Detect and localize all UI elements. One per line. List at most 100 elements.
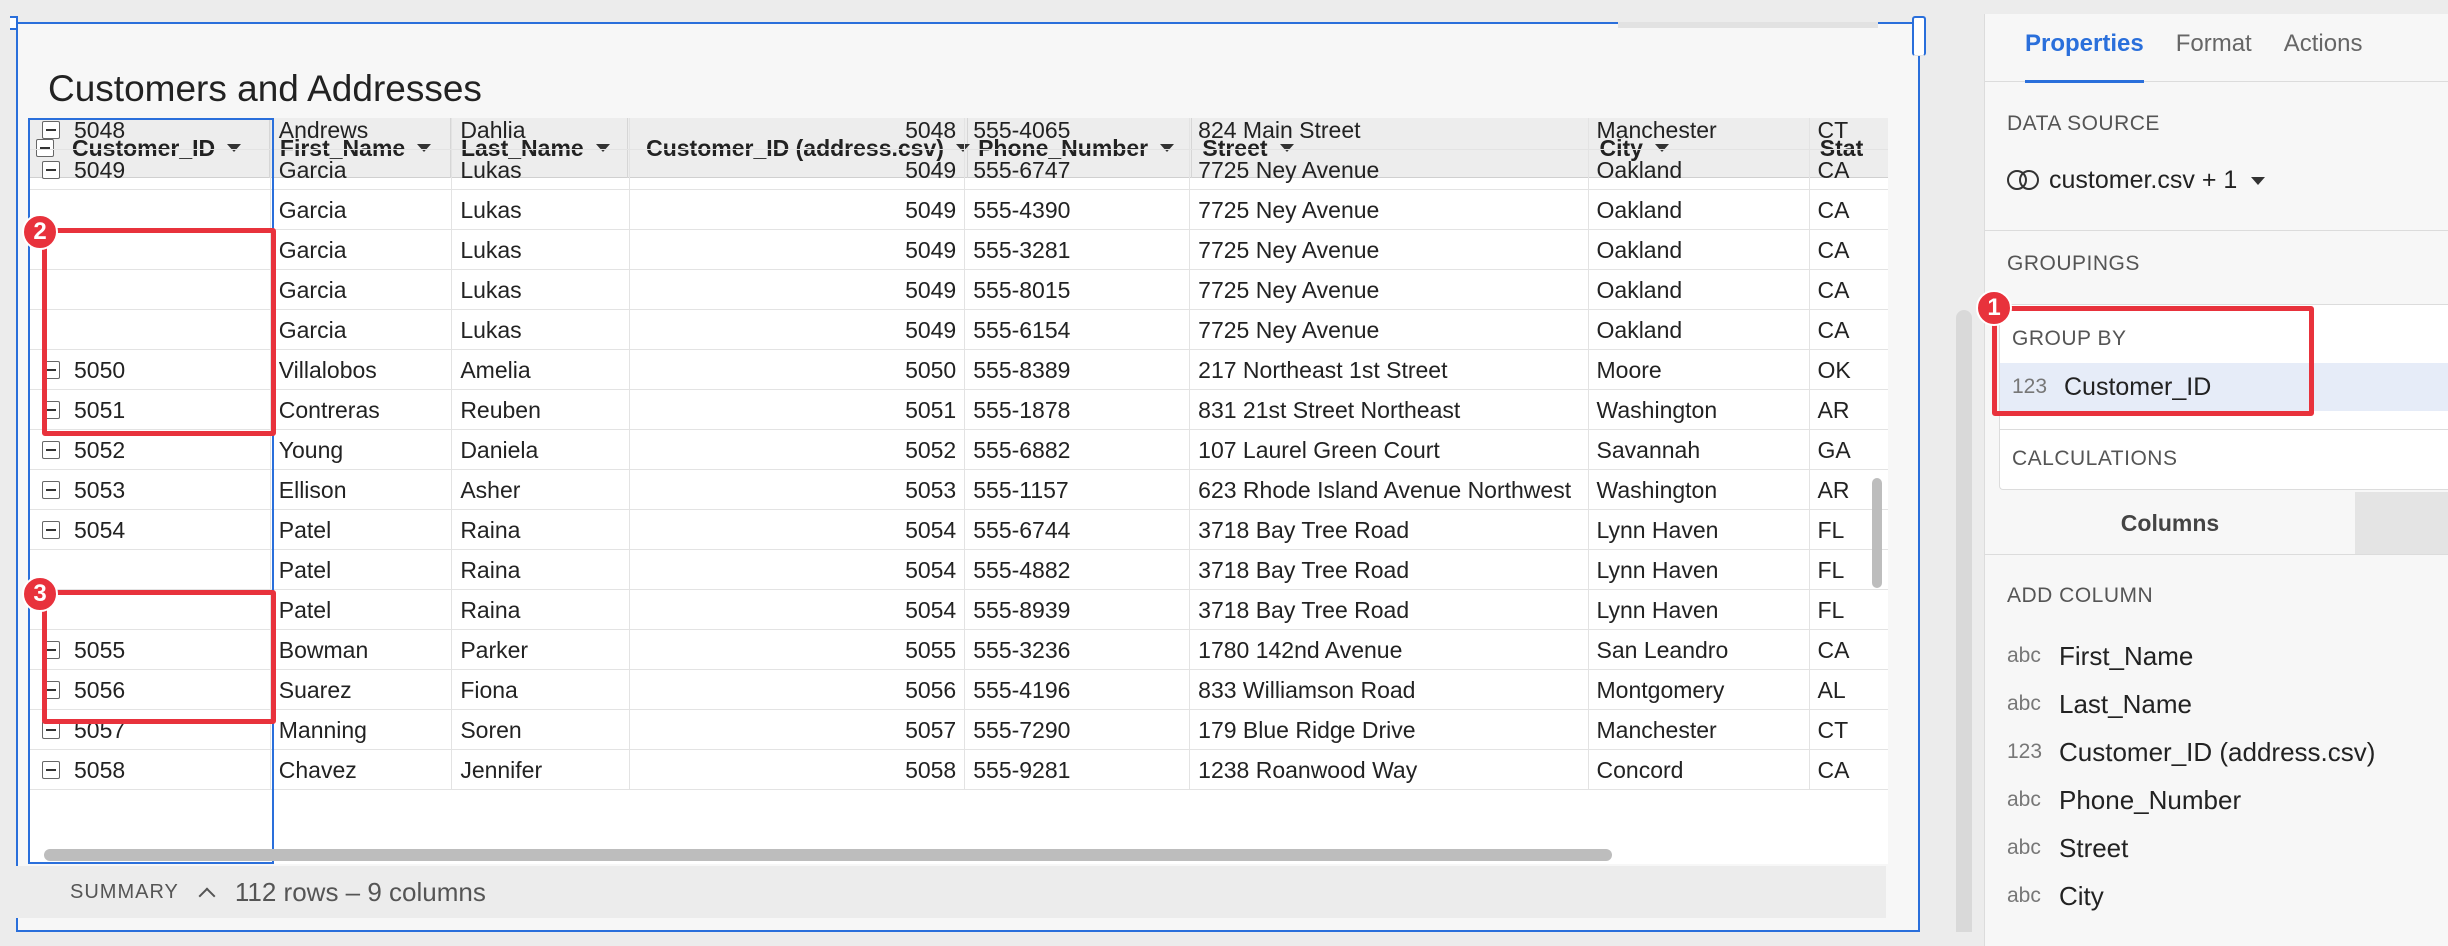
summary-bar[interactable]: SUMMARY 112 rows – 9 columns — [16, 866, 1886, 918]
collapse-group-icon[interactable] — [42, 361, 60, 379]
tab-properties[interactable]: Properties — [2025, 14, 2144, 83]
add-column-item[interactable]: abc Last_Name — [2007, 680, 2375, 728]
cell-text: 1780 142nd Avenue — [1198, 636, 1403, 663]
table-row[interactable]: 5052 Young Daniela 5052 555-6882 107 Laurel G… — [28, 430, 1888, 470]
add-column-item[interactable]: 123 Customer_ID (address.csv) — [2007, 728, 2375, 776]
table-row[interactable]: Garcia Lukas 5049 555-4390 7725 Ney Avenue Oa… — [28, 190, 1888, 230]
collapse-group-icon[interactable] — [42, 441, 60, 459]
collapse-group-icon[interactable] — [42, 761, 60, 779]
table-row[interactable]: 5056 Suarez Fiona 5056 555-4196 833 Williamso… — [28, 670, 1888, 710]
cell-last-name: Daniela — [452, 430, 630, 470]
cell-city: Savannah — [1589, 430, 1810, 470]
cell-text: 555-9281 — [973, 756, 1071, 783]
cell-text: 555-8389 — [973, 356, 1071, 383]
cell-state: CA — [1810, 270, 1889, 310]
collapse-group-icon[interactable] — [42, 521, 60, 539]
table-row[interactable]: 5054 Patel Raina 5054 555-6744 3718 Bay Tree … — [28, 510, 1888, 550]
cell-customer-id-address: 5054 — [630, 590, 966, 630]
cell-city: Lynn Haven — [1589, 510, 1810, 550]
page-title: Customers and Addresses — [48, 68, 482, 109]
horizontal-scrollbar[interactable] — [44, 849, 1612, 861]
cell-text: Oakland — [1596, 196, 1683, 223]
cell-text: Young — [278, 436, 344, 463]
data-source-selector[interactable]: customer.csv + 1 — [2007, 166, 2266, 195]
cell-state: CA — [1810, 310, 1889, 350]
cell-customer-id-address: 5051 — [630, 390, 966, 430]
cell-city: Montgomery — [1589, 670, 1810, 710]
group-by-field[interactable]: 123 Customer_ID — [2000, 363, 2448, 411]
tab-inactive[interactable] — [2355, 492, 2448, 554]
tab-format[interactable]: Format — [2176, 14, 2252, 82]
add-column-item[interactable]: abc City — [2007, 872, 2375, 920]
column-list: abc First_Name abc Last_Name 123 Customer_ID … — [2007, 632, 2375, 920]
cell-last-name: Lukas — [452, 190, 630, 230]
cell-phone-number: 555-4065 — [965, 118, 1191, 150]
chevron-down-icon[interactable] — [2251, 176, 2266, 185]
cell-last-name: Lukas — [452, 150, 630, 190]
resize-handle-top-left[interactable] — [10, 16, 18, 30]
tab-actions[interactable]: Actions — [2284, 14, 2363, 82]
add-column-item[interactable]: abc Phone_Number — [2007, 776, 2375, 824]
cell-state: CA — [1810, 230, 1889, 270]
tab-columns[interactable]: Columns — [1985, 492, 2355, 554]
table-row[interactable]: Patel Raina 5054 555-4882 3718 Bay Tree Road… — [28, 550, 1888, 590]
cell-customer-id-address: 5054 — [630, 510, 966, 550]
cell-text: Raina — [460, 516, 521, 543]
resize-handle-top-right[interactable] — [1912, 16, 1926, 56]
add-column-item[interactable]: abc Street — [2007, 824, 2375, 872]
cell-text: Raina — [460, 556, 521, 583]
table-row[interactable]: Garcia Lukas 5049 555-8015 7725 Ney Avenue Oa… — [28, 270, 1888, 310]
collapse-group-icon[interactable] — [42, 121, 60, 139]
table-row[interactable]: 5049 Garcia Lukas 5049 555-6747 7725 Ney Aven… — [28, 150, 1888, 190]
chevron-up-icon[interactable] — [198, 887, 216, 905]
cell-text: 5048 — [905, 118, 957, 143]
calculations-label[interactable]: CALCULATIONS — [2012, 447, 2177, 471]
page-scrollbar[interactable] — [1956, 310, 1972, 932]
table-row[interactable]: 5055 Bowman Parker 5055 555-3236 1780 142nd A… — [28, 630, 1888, 670]
cell-customer-id-address: 5052 — [630, 430, 966, 470]
table-row[interactable]: Patel Raina 5054 555-8939 3718 Bay Tree Road… — [28, 590, 1888, 630]
cell-text: Amelia — [460, 356, 531, 383]
cell-first-name: Villalobos — [271, 350, 453, 390]
cell-city: Washington — [1589, 470, 1810, 510]
cell-state: FL — [1810, 590, 1889, 630]
cell-phone-number: 555-6882 — [965, 430, 1191, 470]
cell-text: 5055 — [905, 636, 957, 663]
cell-first-name: Chavez — [271, 750, 453, 790]
table-row[interactable]: Garcia Lukas 5049 555-3281 7725 Ney Avenue Oa… — [28, 230, 1888, 270]
cell-text: 831 21st Street Northeast — [1198, 396, 1461, 423]
cell-customer-id-address: 5049 — [630, 270, 966, 310]
cell-text: 7725 Ney Avenue — [1198, 276, 1380, 303]
cell-phone-number: 555-8939 — [965, 590, 1191, 630]
cell-text: 179 Blue Ridge Drive — [1198, 716, 1416, 743]
table-row[interactable]: Garcia Lukas 5049 555-6154 7725 Ney Avenue Oa… — [28, 310, 1888, 350]
add-column-item[interactable]: abc First_Name — [2007, 632, 2375, 680]
cell-text: CA — [1817, 156, 1850, 183]
group-by-label: GROUP BY — [2012, 327, 2127, 350]
collapse-group-icon[interactable] — [42, 481, 60, 499]
table-row[interactable]: 5057 Manning Soren 5057 555-7290 179 Blue Rid… — [28, 710, 1888, 750]
collapse-group-icon[interactable] — [42, 161, 60, 179]
cell-text: Chavez — [278, 756, 357, 783]
cell-state: AR — [1810, 390, 1889, 430]
cell-first-name: Manning — [271, 710, 453, 750]
table-row[interactable]: 5048 Andrews Dahlia 5048 555-4065 824 Main St… — [28, 118, 1888, 150]
cell-last-name: Jennifer — [452, 750, 630, 790]
cell-city: Lynn Haven — [1589, 550, 1810, 590]
collapse-group-icon[interactable] — [42, 721, 60, 739]
collapse-group-icon[interactable] — [42, 681, 60, 699]
table-row[interactable]: 5053 Ellison Asher 5053 555-1157 623 Rhode Is… — [28, 470, 1888, 510]
cell-text: CA — [1817, 636, 1850, 663]
cell-text: OK — [1817, 356, 1851, 383]
cell-first-name: Patel — [271, 510, 453, 550]
collapse-group-icon[interactable] — [42, 401, 60, 419]
table-row[interactable]: 5051 Contreras Reuben 5051 555-1878 831 21st … — [28, 390, 1888, 430]
table-row[interactable]: 5050 Villalobos Amelia 5050 555-8389 217 Nort… — [28, 350, 1888, 390]
cell-state: CA — [1810, 750, 1889, 790]
vertical-scrollbar[interactable] — [1872, 478, 1882, 588]
cell-street: 824 Main Street — [1190, 118, 1589, 150]
linked-sources-icon — [2007, 169, 2039, 192]
cell-text: 5054 — [74, 516, 126, 543]
table-row[interactable]: 5058 Chavez Jennifer 5058 555-9281 1238 Roanw… — [28, 750, 1888, 790]
collapse-group-icon[interactable] — [42, 641, 60, 659]
